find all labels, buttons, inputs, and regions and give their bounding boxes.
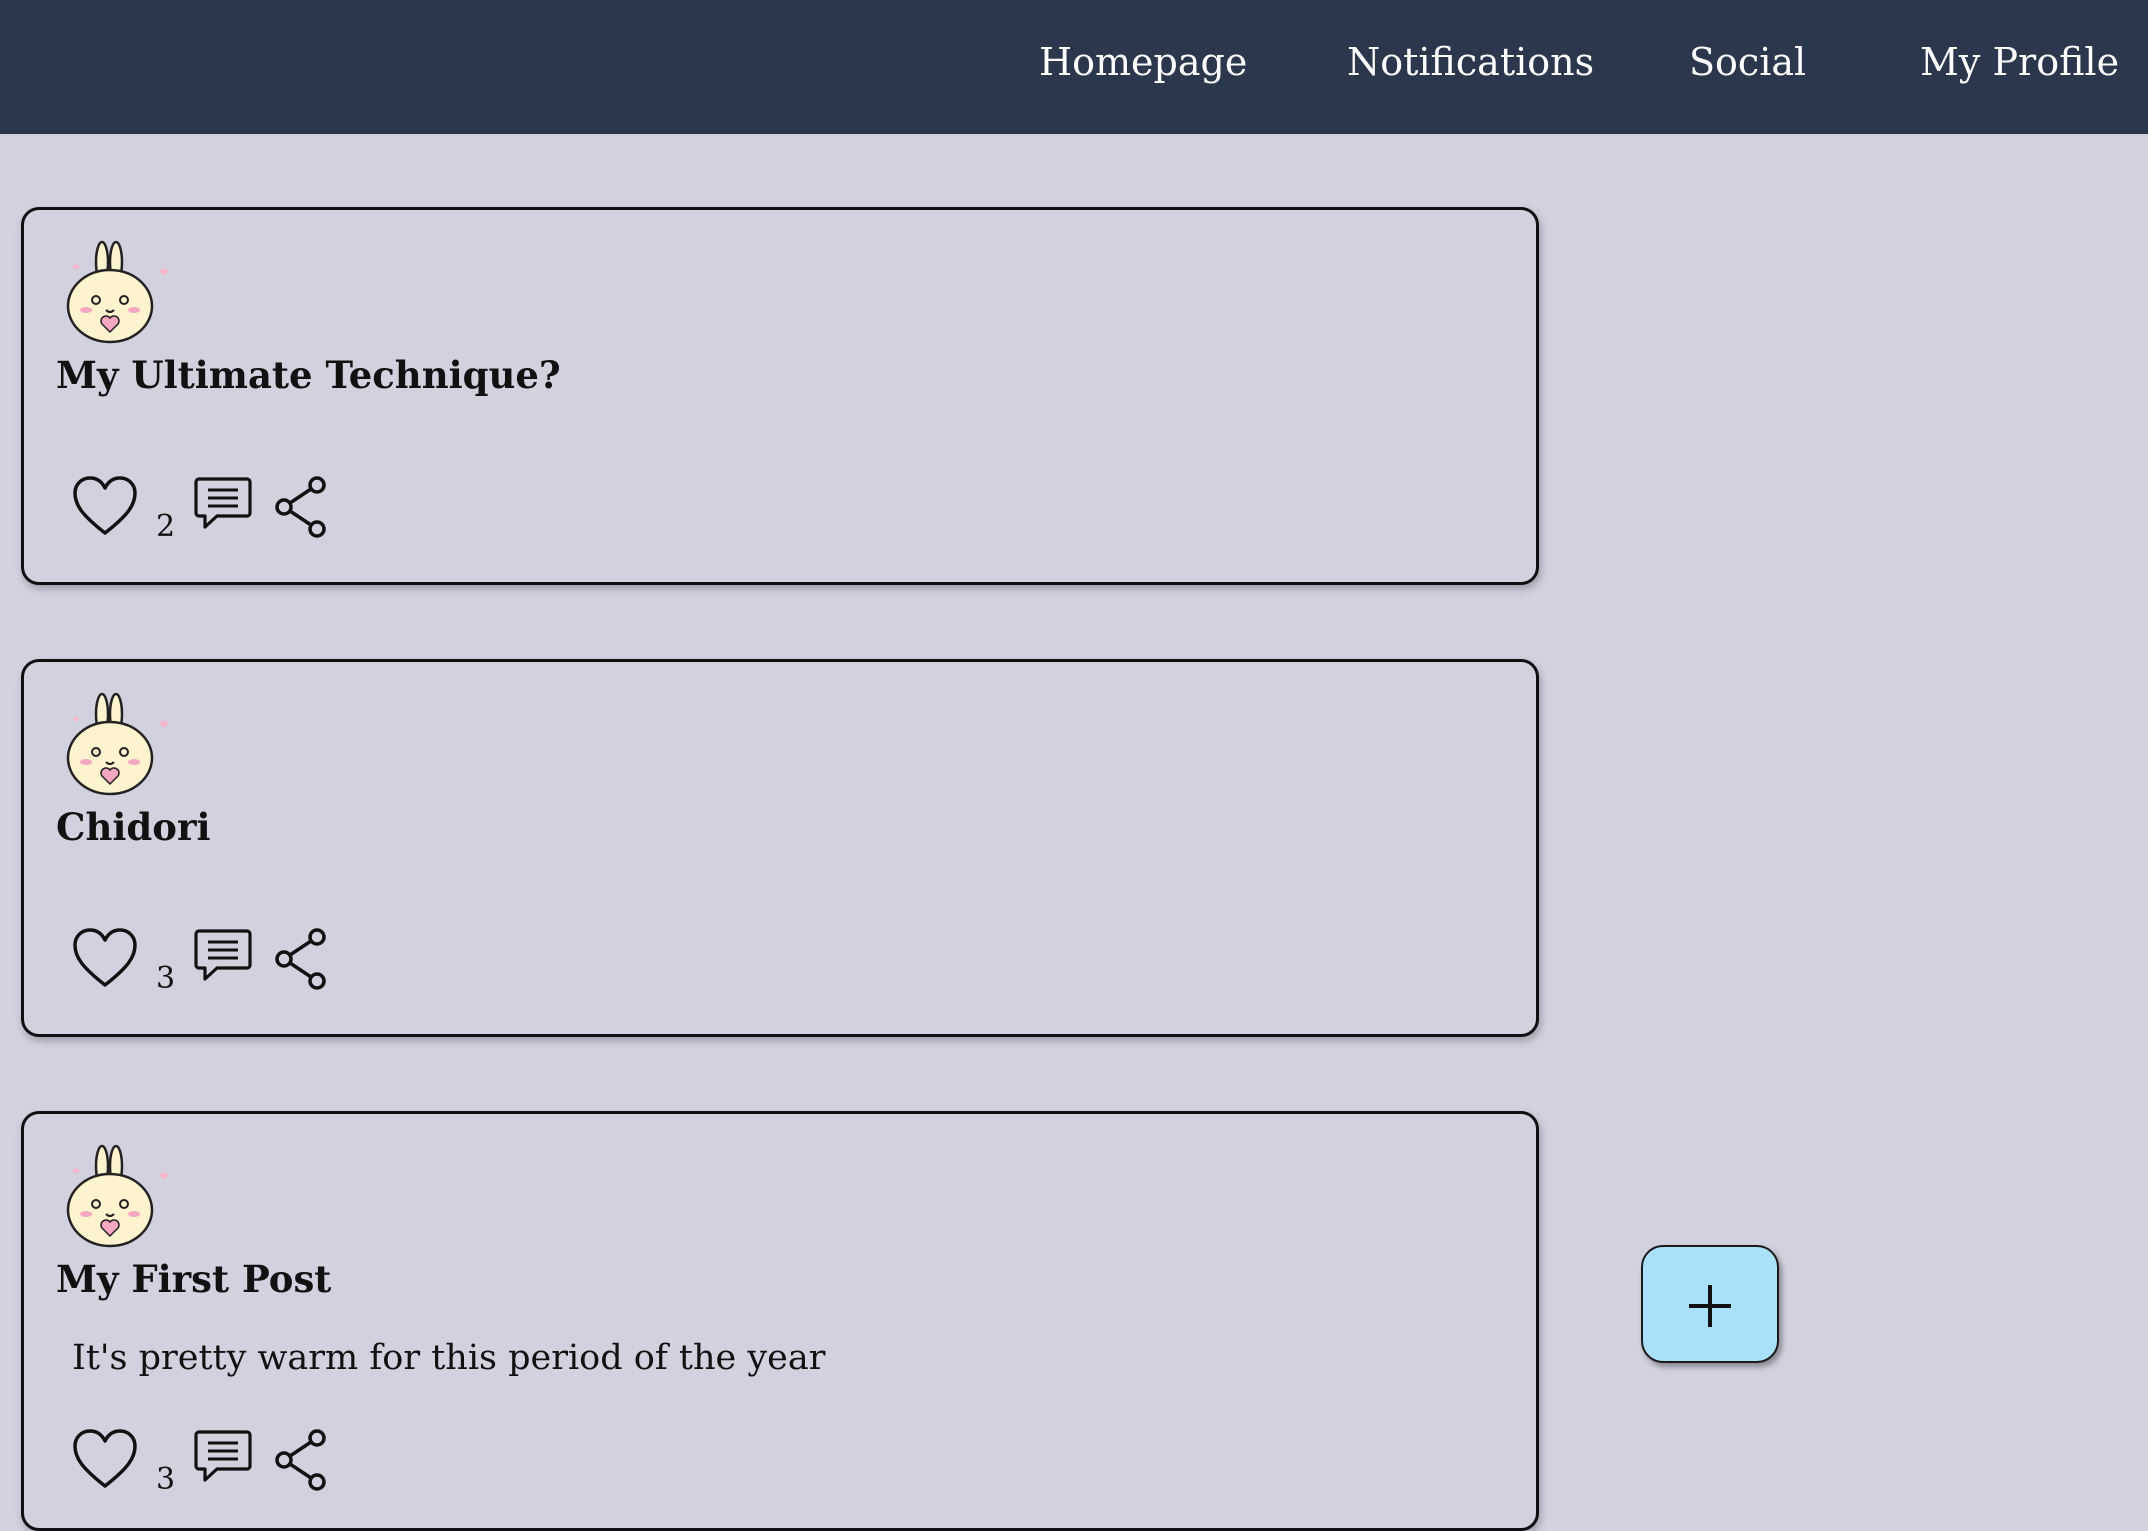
share-icon[interactable] [273, 475, 331, 543]
post-card[interactable]: My First Post It's pretty warm for this … [21, 1111, 1539, 1531]
post-title[interactable]: My First Post [56, 1256, 331, 1302]
post-actions: 3 [72, 1428, 332, 1498]
comment-icon[interactable] [193, 927, 253, 991]
post-title[interactable]: My Ultimate Technique? [56, 352, 561, 398]
like-count: 2 [156, 509, 176, 544]
bunny-avatar-icon[interactable] [66, 240, 176, 350]
nav-social[interactable]: Social [1689, 38, 1806, 86]
heart-icon[interactable] [72, 1428, 138, 1494]
top-nav-bar: Homepage Notifications Social My Profile [0, 0, 2148, 134]
post-card[interactable]: Chidori 3 [21, 659, 1539, 1037]
post-actions: 3 [72, 927, 332, 997]
nav-my-profile[interactable]: My Profile [1920, 38, 2119, 86]
like-count: 3 [156, 1462, 176, 1497]
heart-icon[interactable] [72, 475, 138, 541]
bunny-avatar-icon[interactable] [66, 1144, 176, 1254]
comment-icon[interactable] [193, 1428, 253, 1492]
post-title[interactable]: Chidori [56, 804, 211, 850]
post-body: It's pretty warm for this period of the … [72, 1338, 826, 1378]
share-icon[interactable] [273, 1428, 331, 1496]
heart-icon[interactable] [72, 927, 138, 993]
share-icon[interactable] [273, 927, 331, 995]
plus-icon [1689, 1285, 1731, 1327]
nav-notifications[interactable]: Notifications [1347, 38, 1594, 86]
post-actions: 2 [72, 475, 332, 545]
add-post-button[interactable] [1641, 1245, 1779, 1363]
post-card[interactable]: My Ultimate Technique? 2 [21, 207, 1539, 585]
nav-homepage[interactable]: Homepage [1039, 38, 1247, 86]
like-count: 3 [156, 961, 176, 996]
bunny-avatar-icon[interactable] [66, 692, 176, 802]
comment-icon[interactable] [193, 475, 253, 539]
